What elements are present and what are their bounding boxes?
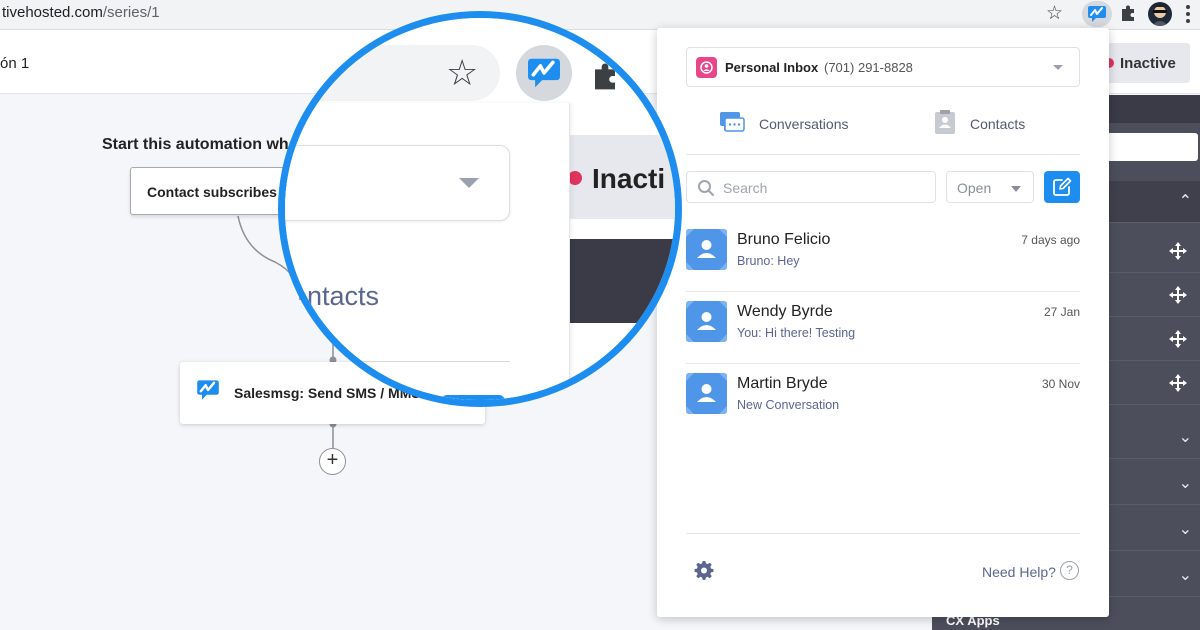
inbox-select[interactable]: Personal Inbox (701) 291-8828 [686,47,1080,87]
inactive-dot-icon [568,171,582,185]
compose-icon [1053,177,1072,196]
contact-avatar [686,373,727,414]
status-filter-select[interactable]: Open [946,171,1034,203]
magnified-star-icon: ☆ [446,52,479,93]
search-icon [698,180,714,196]
add-step-button[interactable]: + [319,448,346,475]
trigger-value: Contact subscribes to [147,184,295,200]
chevron-down-icon: ⌄ [1178,567,1192,584]
need-help-link[interactable]: Need Help? [982,564,1056,580]
conversation-preview: New Conversation [737,398,840,412]
contact-avatar [686,301,727,342]
chevron-up-icon: ⌃ [1178,193,1192,210]
salesmsg-logo-icon [528,58,560,88]
move-handle-icon[interactable] [1168,285,1188,305]
help-icon[interactable]: ? [1060,561,1079,580]
magnified-inbox-select [285,145,510,221]
magnifier-lens: ☆ Inacti ontacts [278,11,682,407]
tab-contacts[interactable]: Contacts [934,110,1084,140]
chevron-down-icon [1011,186,1021,192]
conversation-item[interactable]: Bruno Felicio Bruno: Hey 7 days ago [686,220,1080,292]
conversation-name: Martin Bryde [737,375,828,392]
inbox-phone: (701) 291-8828 [824,60,913,75]
magnified-chevron-down-icon [459,178,479,188]
magnified-view: ☆ Inacti ontacts [285,18,675,400]
magnified-puzzle-icon [590,61,620,96]
inbox-user-icon [696,57,717,78]
conversation-preview: Bruno: Hey [737,254,800,268]
gear-icon[interactable] [694,560,714,580]
magnified-status-label: Inacti [568,163,665,195]
magnified-extension-button [516,45,572,101]
salesmsg-logo-icon [1088,6,1106,22]
conversation-preview: You: Hi there! Testing [737,326,856,340]
conversation-list: Bruno Felicio Bruno: Hey 7 days ago Wend… [686,220,1080,436]
status-filter-value: Open [957,180,992,196]
inbox-name: Personal Inbox [725,60,819,75]
move-handle-icon[interactable] [1168,373,1188,393]
magnified-sidebar [570,239,675,323]
tab-conversations-label: Conversations [759,116,849,132]
profile-avatar[interactable] [1148,2,1172,26]
compose-button[interactable] [1044,171,1080,203]
conversation-time: 30 Nov [1041,377,1080,391]
tabs-divider [686,154,1080,155]
conversation-item[interactable]: Martin Bryde New Conversation 30 Nov [686,364,1080,436]
chat-icon [720,112,745,132]
magnified-contacts-tab: ontacts [292,281,380,311]
chevron-down-icon [1053,65,1063,70]
tab-conversations[interactable]: Conversations [719,110,919,140]
chevron-down-icon: ⌄ [1178,521,1192,538]
salesmsg-extension-button[interactable] [1082,1,1112,27]
magnified-status-text: Inacti [592,163,666,194]
chevron-down-icon: ⌄ [1178,429,1192,446]
move-handle-icon[interactable] [1168,329,1188,349]
move-handle-icon[interactable] [1168,241,1188,261]
conversation-name: Wendy Byrde [737,303,833,320]
chevron-down-icon: ⌄ [1178,475,1192,492]
status-toggle-button[interactable]: Inactive [1100,43,1190,83]
tab-contacts-label: Contacts [970,116,1026,132]
trigger-heading: Start this automation wh [102,136,289,153]
browser-menu-icon[interactable] [1186,5,1190,23]
conversation-time: 7 days ago [1021,233,1080,247]
conversation-time: 27 Jan [1043,305,1080,319]
footer-divider [686,533,1080,534]
search-box[interactable] [686,171,936,203]
search-input[interactable] [723,178,923,198]
contact-card-icon [935,110,955,134]
salesmsg-logo-icon [197,380,219,400]
contact-avatar [686,229,727,270]
magnified-divider [285,361,510,362]
salesmsg-popup: Personal Inbox (701) 291-8828 Conversati… [657,28,1109,617]
extensions-puzzle-icon[interactable] [1119,4,1137,27]
conversation-item[interactable]: Wendy Byrde You: Hi there! Testing 27 Ja… [686,292,1080,364]
bookmark-star-icon[interactable]: ☆ [1046,3,1063,25]
conversation-name: Bruno Felicio [737,231,831,248]
status-toggle-label: Inactive [1120,54,1176,72]
